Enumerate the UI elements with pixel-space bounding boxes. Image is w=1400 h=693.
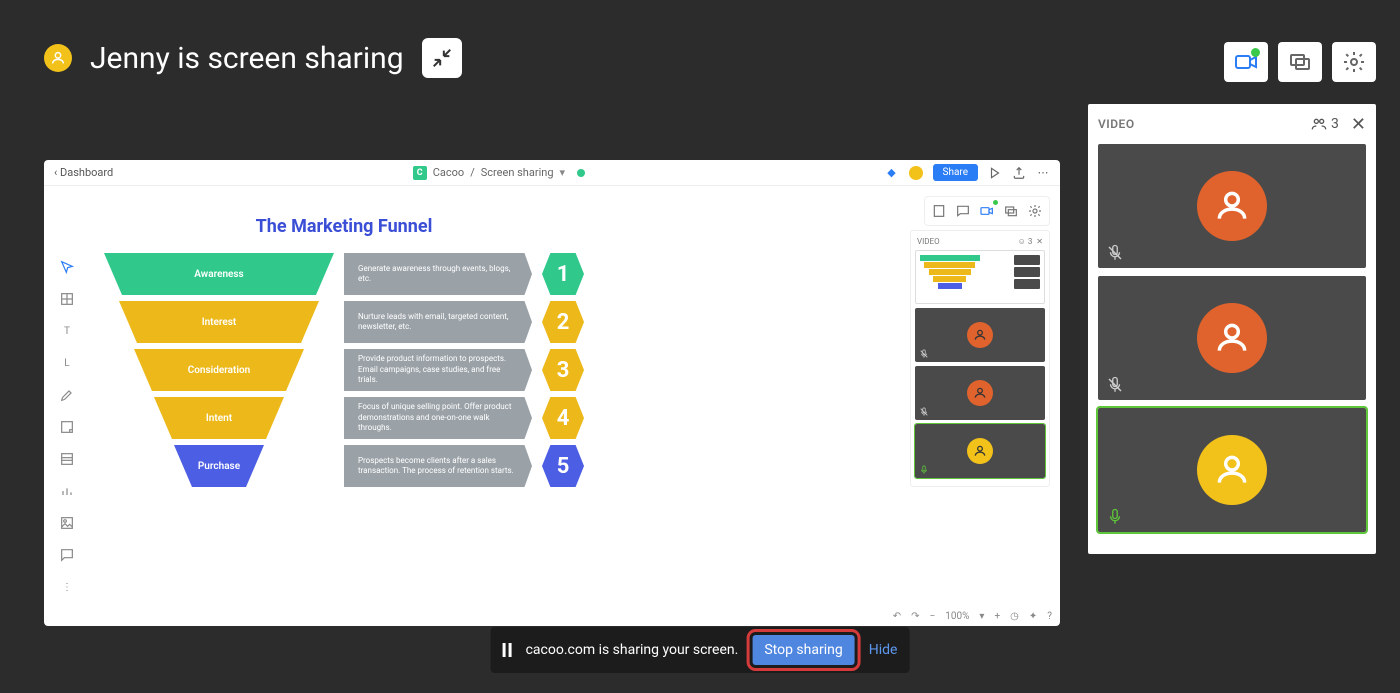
person-icon: [1197, 435, 1267, 505]
funnel-description: Generate awareness through events, blogs…: [344, 253, 532, 295]
funnel-description: Focus of unique selling point. Offer pro…: [344, 397, 532, 439]
select-tool-icon[interactable]: [58, 258, 76, 276]
funnel-description: Nurture leads with email, targeted conte…: [344, 301, 532, 343]
video-tile[interactable]: [1098, 276, 1366, 400]
zoom-controls: ↶ ↷ − 100%▾ + ◷ ✦ ?: [893, 611, 1052, 622]
table-tool-icon[interactable]: [58, 290, 76, 308]
dropdown-icon[interactable]: ▾: [560, 166, 566, 179]
funnel-number: 2: [542, 301, 584, 343]
image-tool-icon[interactable]: [58, 514, 76, 532]
back-to-dashboard-link[interactable]: ‹ Dashboard: [54, 166, 113, 179]
undo-icon[interactable]: ↶: [893, 611, 901, 622]
share-message: cacoo.com is sharing your screen.: [526, 642, 739, 658]
funnel-stage: Consideration: [134, 349, 304, 391]
funnel-stage: Intent: [154, 397, 284, 439]
help-icon[interactable]: ?: [1047, 611, 1052, 622]
video-panel-title: VIDEO: [1098, 117, 1135, 131]
mic-muted-icon: [1106, 244, 1124, 262]
video-tile[interactable]: [1098, 144, 1366, 268]
avatar-yellow-icon: [909, 166, 923, 180]
participant-count: 3: [1311, 116, 1339, 132]
left-tool-palette: T L ⋮: [58, 258, 82, 596]
video-panel-close-icon[interactable]: ✕: [1351, 114, 1366, 135]
funnel-row: Intent Focus of unique selling point. Of…: [104, 397, 584, 439]
more-tools-icon[interactable]: ⋮: [58, 578, 76, 596]
mini-video-tile[interactable]: [915, 308, 1045, 362]
add-icon[interactable]: ✦: [1029, 611, 1037, 622]
funnel-stage: Interest: [119, 301, 319, 343]
funnel-number: 4: [542, 397, 584, 439]
screen-share-status: Jenny is screen sharing: [44, 38, 462, 78]
history-icon[interactable]: ◷: [1010, 611, 1019, 622]
play-icon[interactable]: [988, 166, 1002, 180]
comment-tool-icon[interactable]: [58, 546, 76, 564]
zoom-out-button[interactable]: −: [930, 611, 936, 622]
funnel-row: Purchase Prospects become clients after …: [104, 445, 584, 487]
mic-on-icon: [1106, 508, 1124, 526]
screen-share-button[interactable]: [1278, 42, 1322, 82]
export-icon[interactable]: [1012, 166, 1026, 180]
funnel-row: Interest Nurture leads with email, targe…: [104, 301, 584, 343]
mic-muted-icon: [1106, 376, 1124, 394]
cacoo-logo-icon: C: [413, 166, 427, 180]
marketing-funnel-diagram: The Marketing Funnel Awareness Generate …: [104, 216, 584, 493]
browser-share-notice: cacoo.com is sharing your screen. Stop s…: [491, 627, 910, 673]
person-icon: [1197, 171, 1267, 241]
funnel-row: Consideration Provide product informatio…: [104, 349, 584, 391]
stop-sharing-button[interactable]: Stop sharing: [752, 635, 854, 665]
funnel-number: 1: [542, 253, 584, 295]
page-icon[interactable]: [929, 201, 949, 221]
funnel-description: Prospects become clients after a sales t…: [344, 445, 532, 487]
funnel-row: Awareness Generate awareness through eve…: [104, 253, 584, 295]
share-button[interactable]: Share: [933, 164, 978, 181]
video-active-indicator: [1251, 48, 1260, 57]
video-icon[interactable]: [977, 201, 997, 221]
mini-video-panel: VIDEO ☺ 3 ✕: [910, 230, 1050, 487]
video-panel: VIDEO 3 ✕: [1088, 104, 1376, 554]
pointer-icon[interactable]: ◆: [885, 166, 899, 180]
zoom-level: 100%: [945, 611, 969, 622]
video-toggle-button[interactable]: [1224, 42, 1268, 82]
collapse-screen-button[interactable]: [422, 38, 462, 78]
mini-screen-tile[interactable]: [915, 250, 1045, 304]
status-dot: [577, 169, 585, 177]
video-tile[interactable]: [1098, 408, 1366, 532]
mini-video-title: VIDEO: [917, 237, 940, 246]
grid-tool-icon[interactable]: [58, 450, 76, 468]
funnel-description: Provide product information to prospects…: [344, 349, 532, 391]
more-icon[interactable]: ⋯: [1036, 166, 1050, 180]
pen-tool-icon[interactable]: [58, 386, 76, 404]
note-tool-icon[interactable]: [58, 418, 76, 436]
canvas-toolbar: [924, 196, 1050, 226]
app-topbar: ‹ Dashboard C Cacoo / Screen sharing ▾ ◆…: [44, 160, 1060, 186]
settings-button[interactable]: [1332, 42, 1376, 82]
funnel-stage: Awareness: [104, 253, 334, 295]
breadcrumb: C Cacoo / Screen sharing ▾: [121, 166, 876, 180]
inner-settings-icon[interactable]: [1025, 201, 1045, 221]
presenter-avatar: [44, 44, 72, 72]
funnel-stage: Purchase: [174, 445, 264, 487]
text-tool-icon[interactable]: T: [58, 322, 76, 340]
funnel-number: 3: [542, 349, 584, 391]
chat-icon[interactable]: [953, 201, 973, 221]
status-text: Jenny is screen sharing: [90, 41, 404, 76]
layers-icon[interactable]: [1001, 201, 1021, 221]
diagram-title: The Marketing Funnel: [104, 216, 584, 237]
mini-video-tile[interactable]: [915, 424, 1045, 478]
zoom-in-button[interactable]: +: [994, 611, 1000, 622]
top-actions: [1224, 42, 1376, 82]
line-tool-icon[interactable]: L: [58, 354, 76, 372]
redo-icon[interactable]: ↷: [911, 611, 919, 622]
person-icon: [1197, 303, 1267, 373]
chart-tool-icon[interactable]: [58, 482, 76, 500]
mini-video-tile[interactable]: [915, 366, 1045, 420]
shared-screen-window: ‹ Dashboard C Cacoo / Screen sharing ▾ ◆…: [44, 160, 1060, 626]
pause-icon[interactable]: [503, 643, 512, 657]
hide-notice-link[interactable]: Hide: [869, 642, 898, 658]
funnel-number: 5: [542, 445, 584, 487]
